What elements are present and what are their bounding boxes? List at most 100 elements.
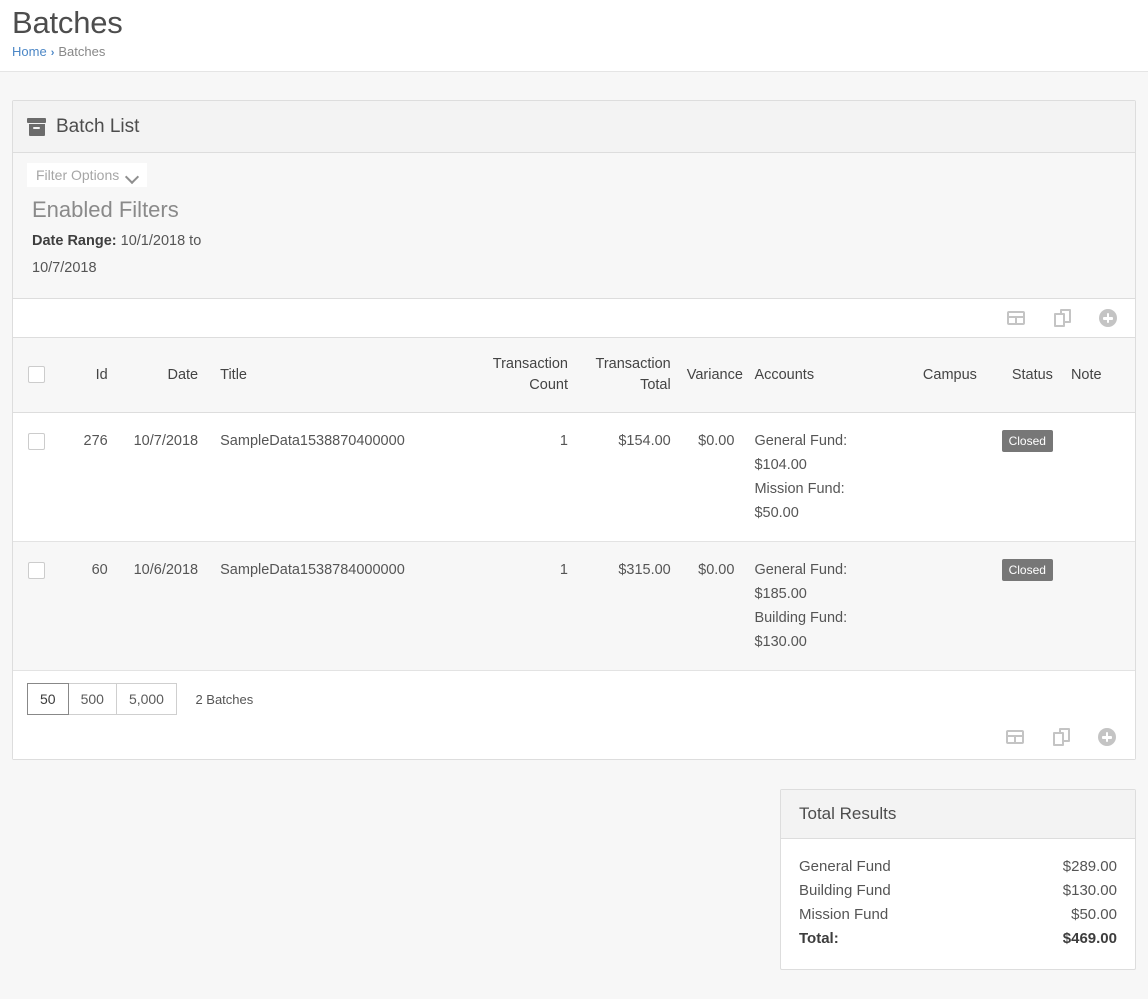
page-title: Batches xyxy=(12,4,1148,42)
cell-date: 10/7/2018 xyxy=(116,413,206,542)
column-header-note[interactable]: Note xyxy=(1061,338,1135,413)
page-header: Batches Home›Batches xyxy=(0,0,1148,72)
total-results-wrapper: Total Results General Fund $289.00 Build… xyxy=(12,789,1136,970)
caret-down-icon xyxy=(217,739,227,745)
cell-transaction-count: 1 xyxy=(463,413,576,542)
account-line: General Fund: xyxy=(754,429,888,453)
cell-id: 276 xyxy=(60,413,115,542)
cell-id: 60 xyxy=(60,542,115,671)
breadcrumb-current: Batches xyxy=(58,44,105,59)
account-line: $104.00 xyxy=(754,453,888,477)
total-results-panel: Total Results General Fund $289.00 Build… xyxy=(780,789,1136,970)
cell-variance: $0.00 xyxy=(679,542,743,671)
column-header-variance[interactable]: Variance xyxy=(679,338,743,413)
total-row-label: Building Fund xyxy=(799,879,891,903)
table-export-icon xyxy=(1006,730,1024,744)
cell-date: 10/6/2018 xyxy=(116,542,206,671)
row-checkbox[interactable] xyxy=(28,562,45,579)
account-line: $50.00 xyxy=(754,501,888,525)
grid-actions-top xyxy=(13,299,1135,338)
total-row-value: $50.00 xyxy=(1071,903,1117,927)
filter-area: Filter Options Enabled Filters Date Rang… xyxy=(13,153,1135,299)
column-header-id[interactable]: Id xyxy=(60,338,115,413)
total-row: General Fund $289.00 xyxy=(799,855,1117,879)
status-badge: Closed xyxy=(1002,430,1053,452)
select-action-label: -- Select Action -- xyxy=(37,734,144,750)
batch-list-title: Batch List xyxy=(56,114,139,140)
column-header-select-all xyxy=(13,338,60,413)
export-to-excel-button-bottom[interactable] xyxy=(1005,727,1025,747)
breadcrumb-link-home[interactable]: Home xyxy=(12,44,47,59)
chevron-down-icon xyxy=(127,172,138,179)
result-count-label: 2 Batches xyxy=(195,692,253,707)
total-row: Building Fund $130.00 xyxy=(799,879,1117,903)
total-row-label: General Fund xyxy=(799,855,891,879)
page-size-5000[interactable]: 5,000 xyxy=(117,683,177,715)
cell-status: Closed xyxy=(985,413,1061,542)
table-export-icon xyxy=(1007,311,1025,325)
total-row-label: Mission Fund xyxy=(799,903,888,927)
row-checkbox[interactable] xyxy=(28,433,45,450)
column-header-title[interactable]: Title xyxy=(206,338,463,413)
select-action-dropdown[interactable]: -- Select Action -- xyxy=(27,726,237,758)
batch-table-body: 276 10/7/2018 SampleData1538870400000 1 … xyxy=(13,413,1135,671)
total-row: Mission Fund $50.00 xyxy=(799,903,1117,927)
page-body: Batch List Filter Options Enabled Filter… xyxy=(0,72,1148,999)
account-line: General Fund: xyxy=(754,558,888,582)
add-batch-button-bottom[interactable] xyxy=(1097,727,1117,747)
page-size-50[interactable]: 50 xyxy=(27,683,69,715)
cell-campus xyxy=(897,542,985,671)
cell-note xyxy=(1061,542,1135,671)
row-select-cell xyxy=(13,413,60,542)
account-line: Building Fund: xyxy=(754,606,888,630)
grand-total-value: $469.00 xyxy=(1063,927,1117,951)
cell-title: SampleData1538784000000 xyxy=(206,542,463,671)
column-header-transaction-count[interactable]: Transaction Count xyxy=(463,338,576,413)
select-all-checkbox[interactable] xyxy=(28,366,45,383)
column-header-transaction-total[interactable]: Transaction Total xyxy=(576,338,679,413)
copy-button-bottom[interactable] xyxy=(1051,727,1071,747)
cell-transaction-count: 1 xyxy=(463,542,576,671)
filter-options-toggle[interactable]: Filter Options xyxy=(27,163,147,187)
table-row[interactable]: 276 10/7/2018 SampleData1538870400000 1 … xyxy=(13,413,1135,542)
table-header-row: Id Date Title Transaction Count Transact… xyxy=(13,338,1135,413)
status-badge: Closed xyxy=(1002,559,1053,581)
enabled-filters-title: Enabled Filters xyxy=(32,196,1121,224)
cell-campus xyxy=(897,413,985,542)
add-batch-button-top[interactable] xyxy=(1098,308,1118,328)
plus-circle-icon xyxy=(1098,728,1116,746)
batch-list-panel-heading: Batch List xyxy=(13,101,1135,153)
grand-total-label: Total: xyxy=(799,927,839,951)
cell-status: Closed xyxy=(985,542,1061,671)
page-size-500[interactable]: 500 xyxy=(69,683,117,715)
page-size-selector: 50 500 5,000 xyxy=(27,683,177,715)
total-row-value: $289.00 xyxy=(1063,855,1117,879)
column-header-date[interactable]: Date xyxy=(116,338,206,413)
column-header-status[interactable]: Status xyxy=(985,338,1061,413)
batch-table-head: Id Date Title Transaction Count Transact… xyxy=(13,338,1135,413)
filter-options-label: Filter Options xyxy=(36,167,119,183)
filter-date-range-label: Date Range: xyxy=(32,233,117,249)
copy-button-top[interactable] xyxy=(1052,308,1072,328)
copy-icon xyxy=(1054,309,1071,327)
account-line: $185.00 xyxy=(754,582,888,606)
batch-list-panel: Batch List Filter Options Enabled Filter… xyxy=(12,100,1136,760)
cell-transaction-total: $154.00 xyxy=(576,413,679,542)
copy-icon xyxy=(1053,728,1070,746)
cell-variance: $0.00 xyxy=(679,413,743,542)
row-select-cell xyxy=(13,542,60,671)
plus-circle-icon xyxy=(1099,309,1117,327)
column-header-accounts[interactable]: Accounts xyxy=(742,338,896,413)
archive-icon xyxy=(27,118,46,136)
table-row[interactable]: 60 10/6/2018 SampleData1538784000000 1 $… xyxy=(13,542,1135,671)
breadcrumb-separator-icon: › xyxy=(51,47,55,59)
cell-note xyxy=(1061,413,1135,542)
total-row-value: $130.00 xyxy=(1063,879,1117,903)
breadcrumb: Home ›Batches xyxy=(12,43,1148,62)
cell-transaction-total: $315.00 xyxy=(576,542,679,671)
cell-accounts: General Fund: $104.00 Mission Fund: $50.… xyxy=(742,413,896,542)
column-header-campus[interactable]: Campus xyxy=(897,338,985,413)
export-to-excel-button-top[interactable] xyxy=(1006,308,1026,328)
cell-title: SampleData1538870400000 xyxy=(206,413,463,542)
grid-footer: 50 500 5,000 2 Batches -- Select Action … xyxy=(13,671,1135,759)
